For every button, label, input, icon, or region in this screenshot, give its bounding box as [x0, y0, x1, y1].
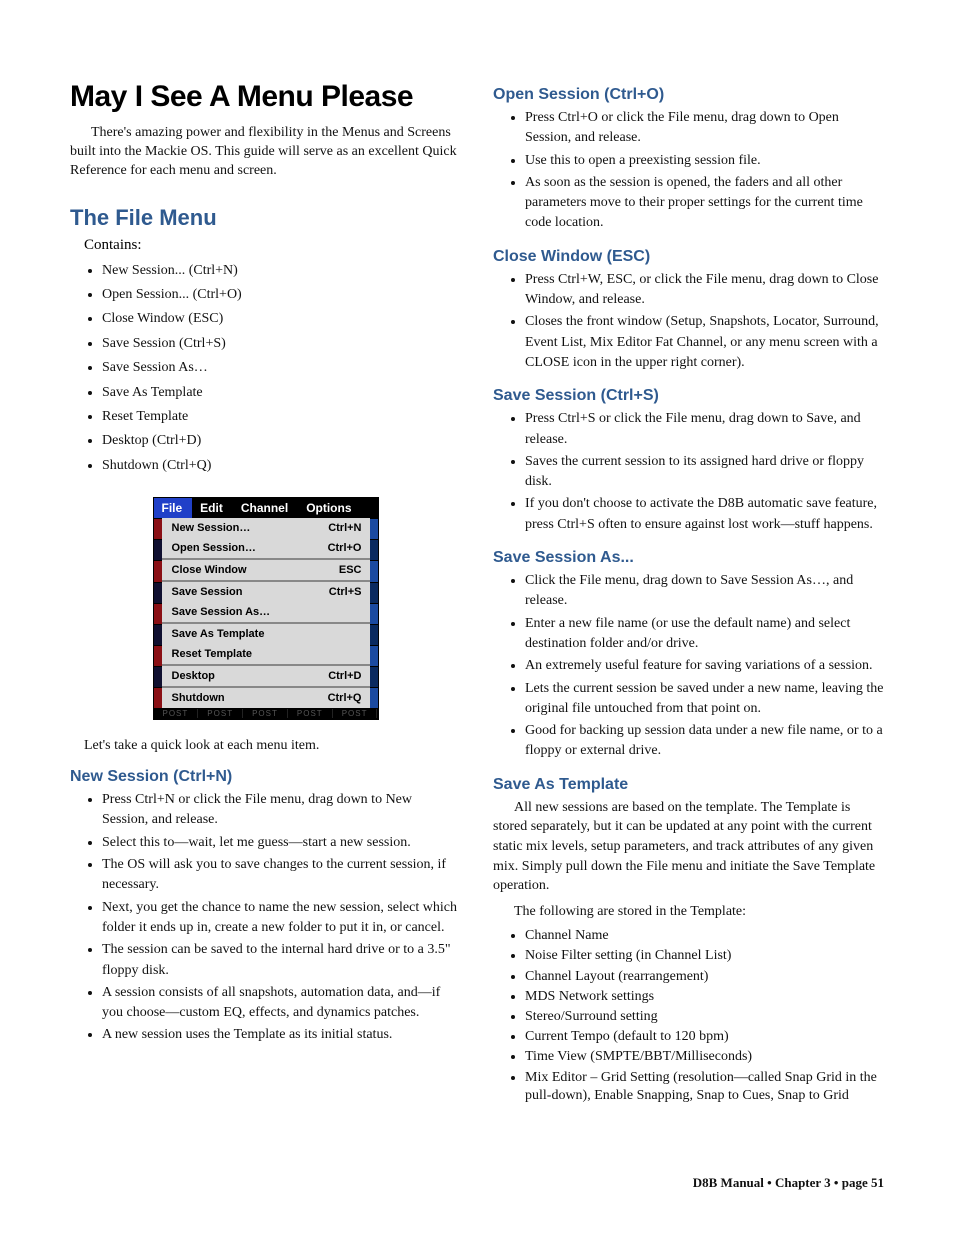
list-item: Save As Template	[102, 382, 461, 404]
list-item: Channel Layout (rearrangement)	[525, 968, 884, 986]
list-item: Open Session... (Ctrl+O)	[102, 284, 461, 306]
list-item: Lets the current session be saved under …	[525, 679, 884, 720]
list-item: MDS Network settings	[525, 988, 884, 1006]
menu-item-open-session[interactable]: Open Session…Ctrl+O	[162, 538, 370, 558]
menu-item-new-session[interactable]: New Session…Ctrl+N	[162, 518, 370, 538]
list-item: Click the File menu, drag down to Save S…	[525, 571, 884, 612]
list-item: Press Ctrl+W, ESC, or click the File men…	[525, 270, 884, 311]
menu-item-reset-template[interactable]: Reset Template	[162, 644, 370, 664]
new-session-list: Press Ctrl+N or click the File menu, dra…	[70, 790, 461, 1046]
page-footer: D8B Manual • Chapter 3 • page 51	[693, 1175, 884, 1191]
new-session-heading: New Session (Ctrl+N)	[70, 768, 461, 786]
lead-paragraph: Let's take a quick look at each menu ite…	[84, 738, 461, 754]
post-label: POST	[154, 709, 199, 718]
intro-paragraph: There's amazing power and flexibility in…	[70, 124, 461, 181]
dropdown-menu: New Session…Ctrl+N Open Session…Ctrl+O C…	[162, 518, 370, 708]
menubar-options[interactable]: Options	[298, 498, 361, 518]
right-column: Open Session (Ctrl+O) Press Ctrl+O or cl…	[493, 80, 884, 1117]
close-window-heading: Close Window (ESC)	[493, 248, 884, 266]
list-item: Time View (SMPTE/BBT/Milliseconds)	[525, 1048, 884, 1066]
list-item: Reset Template	[102, 406, 461, 428]
left-column: May I See A Menu Please There's amazing …	[70, 80, 461, 1117]
menubar-channel[interactable]: Channel	[233, 498, 298, 518]
close-window-list: Press Ctrl+W, ESC, or click the File men…	[493, 270, 884, 373]
post-label: POST	[243, 709, 288, 718]
open-session-heading: Open Session (Ctrl+O)	[493, 86, 884, 104]
list-item: An extremely useful feature for saving v…	[525, 656, 884, 676]
menu-item-shutdown[interactable]: ShutdownCtrl+Q	[162, 688, 370, 708]
file-menu-screenshot: File Edit Channel Options New Session…Ct…	[153, 497, 379, 720]
menu-item-desktop[interactable]: DesktopCtrl+D	[162, 666, 370, 686]
post-label: POST	[288, 709, 333, 718]
list-item: Desktop (Ctrl+D)	[102, 430, 461, 452]
list-item: Mix Editor – Grid Setting (resolution—ca…	[525, 1069, 884, 1105]
menu-body-wrap: New Session…Ctrl+N Open Session…Ctrl+O C…	[154, 518, 378, 708]
file-menu-heading: The File Menu	[70, 205, 461, 231]
list-item: Press Ctrl+O or click the File menu, dra…	[525, 108, 884, 149]
menubar: File Edit Channel Options	[154, 498, 378, 518]
list-item: A new session uses the Template as its i…	[102, 1025, 461, 1045]
save-session-as-heading: Save Session As...	[493, 549, 884, 567]
menu-item-save-session-as[interactable]: Save Session As…	[162, 602, 370, 622]
save-as-template-heading: Save As Template	[493, 776, 884, 794]
list-item: Channel Name	[525, 927, 884, 945]
open-session-list: Press Ctrl+O or click the File menu, dra…	[493, 108, 884, 234]
list-item: New Session... (Ctrl+N)	[102, 260, 461, 282]
list-item: Saves the current session to its assigne…	[525, 452, 884, 493]
save-session-as-list: Click the File menu, drag down to Save S…	[493, 571, 884, 762]
list-item: Use this to open a preexisting session f…	[525, 151, 884, 171]
list-item: Save Session As…	[102, 357, 461, 379]
menu-item-close-window[interactable]: Close WindowESC	[162, 560, 370, 580]
save-session-list: Press Ctrl+S or click the File menu, dra…	[493, 409, 884, 535]
document-page: May I See A Menu Please There's amazing …	[0, 0, 954, 1235]
post-row: POST POST POST POST POST	[154, 708, 378, 719]
save-as-template-para1: All new sessions are based on the templa…	[493, 798, 884, 896]
contains-list: New Session... (Ctrl+N) Open Session... …	[70, 260, 461, 478]
list-item: Shutdown (Ctrl+Q)	[102, 455, 461, 477]
list-item: The session can be saved to the internal…	[102, 940, 461, 981]
list-item: Press Ctrl+N or click the File menu, dra…	[102, 790, 461, 831]
list-item: Press Ctrl+S or click the File menu, dra…	[525, 409, 884, 450]
list-item: A session consists of all snapshots, aut…	[102, 983, 461, 1024]
list-item: Next, you get the chance to name the new…	[102, 898, 461, 939]
list-item: Save Session (Ctrl+S)	[102, 333, 461, 355]
save-session-heading: Save Session (Ctrl+S)	[493, 387, 884, 405]
post-label: POST	[198, 709, 243, 718]
list-item: Enter a new file name (or use the defaul…	[525, 614, 884, 655]
menubar-file[interactable]: File	[154, 498, 193, 518]
left-decor-strip	[154, 518, 162, 708]
list-item: Stereo/Surround setting	[525, 1008, 884, 1026]
list-item: Good for backing up session data under a…	[525, 721, 884, 762]
menu-item-save-session[interactable]: Save SessionCtrl+S	[162, 582, 370, 602]
contains-label: Contains:	[84, 237, 461, 254]
list-item: Close Window (ESC)	[102, 308, 461, 330]
list-item: Noise Filter setting (in Channel List)	[525, 947, 884, 965]
two-column-layout: May I See A Menu Please There's amazing …	[70, 80, 884, 1117]
menu-item-save-as-template[interactable]: Save As Template	[162, 624, 370, 644]
list-item: Closes the front window (Setup, Snapshot…	[525, 312, 884, 373]
save-as-template-para2: The following are stored in the Template…	[493, 902, 884, 922]
right-decor-strip	[370, 518, 378, 708]
list-item: Current Tempo (default to 120 bpm)	[525, 1028, 884, 1046]
save-as-template-list: Channel Name Noise Filter setting (in Ch…	[493, 927, 884, 1105]
menubar-edit[interactable]: Edit	[192, 498, 233, 518]
list-item: The OS will ask you to save changes to t…	[102, 855, 461, 896]
list-item: If you don't choose to activate the D8B …	[525, 494, 884, 535]
post-label: POST	[333, 709, 378, 718]
list-item: As soon as the session is opened, the fa…	[525, 173, 884, 234]
page-title: May I See A Menu Please	[70, 80, 461, 114]
list-item: Select this to—wait, let me guess—start …	[102, 833, 461, 853]
